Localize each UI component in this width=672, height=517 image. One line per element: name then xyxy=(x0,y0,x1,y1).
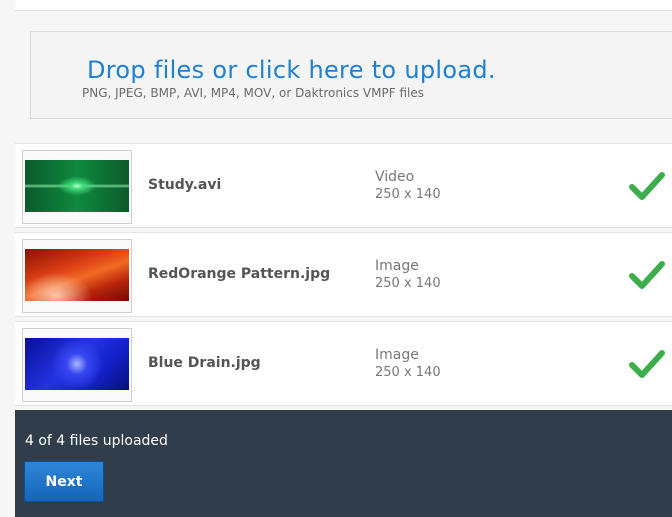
thumbnail-image xyxy=(25,338,129,390)
file-row: RedOrange Pattern.jpg Image 250 x 140 xyxy=(15,232,672,317)
file-list: Study.avi Video 250 x 140 RedOrange Patt… xyxy=(15,143,672,410)
file-thumbnail xyxy=(22,328,132,402)
dropzone-title: Drop files or click here to upload. xyxy=(87,56,496,84)
thumbnail-image xyxy=(25,249,129,301)
dropzone-supported-types: PNG, JPEG, BMP, AVI, MP4, MOV, or Daktro… xyxy=(82,86,424,100)
file-thumbnail xyxy=(22,150,132,224)
top-bar xyxy=(15,0,672,11)
thumbnail-image xyxy=(25,160,129,212)
check-icon xyxy=(629,172,665,200)
file-dimensions: 250 x 140 xyxy=(375,187,441,202)
file-dimensions: 250 x 140 xyxy=(375,365,441,380)
upload-status: 4 of 4 files uploaded xyxy=(25,433,168,449)
file-type: Video xyxy=(375,169,415,185)
file-row: Study.avi Video 250 x 140 xyxy=(15,143,672,228)
file-name: Study.avi xyxy=(148,177,222,193)
file-thumbnail xyxy=(22,239,132,313)
next-button[interactable]: Next xyxy=(24,461,104,502)
file-type: Image xyxy=(375,258,419,274)
check-icon xyxy=(629,350,665,378)
file-type: Image xyxy=(375,347,419,363)
check-icon xyxy=(629,261,665,289)
file-name: RedOrange Pattern.jpg xyxy=(148,266,331,282)
file-row: Blue Drain.jpg Image 250 x 140 xyxy=(15,321,672,406)
file-dimensions: 250 x 140 xyxy=(375,276,441,291)
upload-footer: 4 of 4 files uploaded Next xyxy=(15,410,672,517)
file-name: Blue Drain.jpg xyxy=(148,355,261,371)
upload-dropzone[interactable]: Drop files or click here to upload. PNG,… xyxy=(30,31,672,119)
